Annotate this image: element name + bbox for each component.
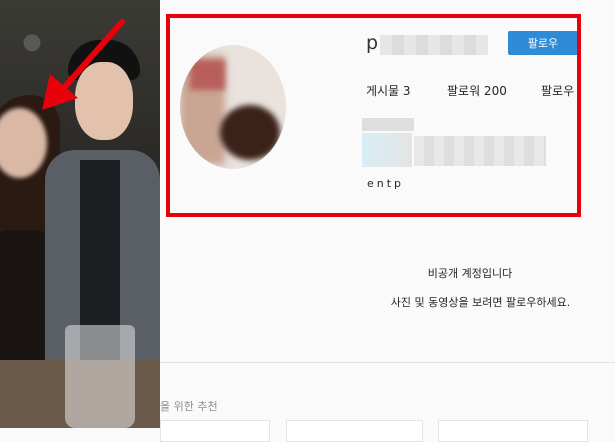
suggestion-card[interactable] xyxy=(286,420,423,442)
suggestion-card[interactable] xyxy=(438,420,588,442)
red-arrow-icon xyxy=(42,19,125,110)
wine-glass xyxy=(65,325,135,428)
highlight-frame xyxy=(166,14,581,217)
private-account-title: 비공개 계정입니다 xyxy=(427,267,513,280)
section-divider xyxy=(160,362,615,363)
suggestions-label: 을 위한 추천 xyxy=(160,400,218,413)
suggestion-card[interactable] xyxy=(160,420,270,442)
private-account-description: 사진 및 동영상을 보려면 팔로우하세요. xyxy=(390,296,571,309)
